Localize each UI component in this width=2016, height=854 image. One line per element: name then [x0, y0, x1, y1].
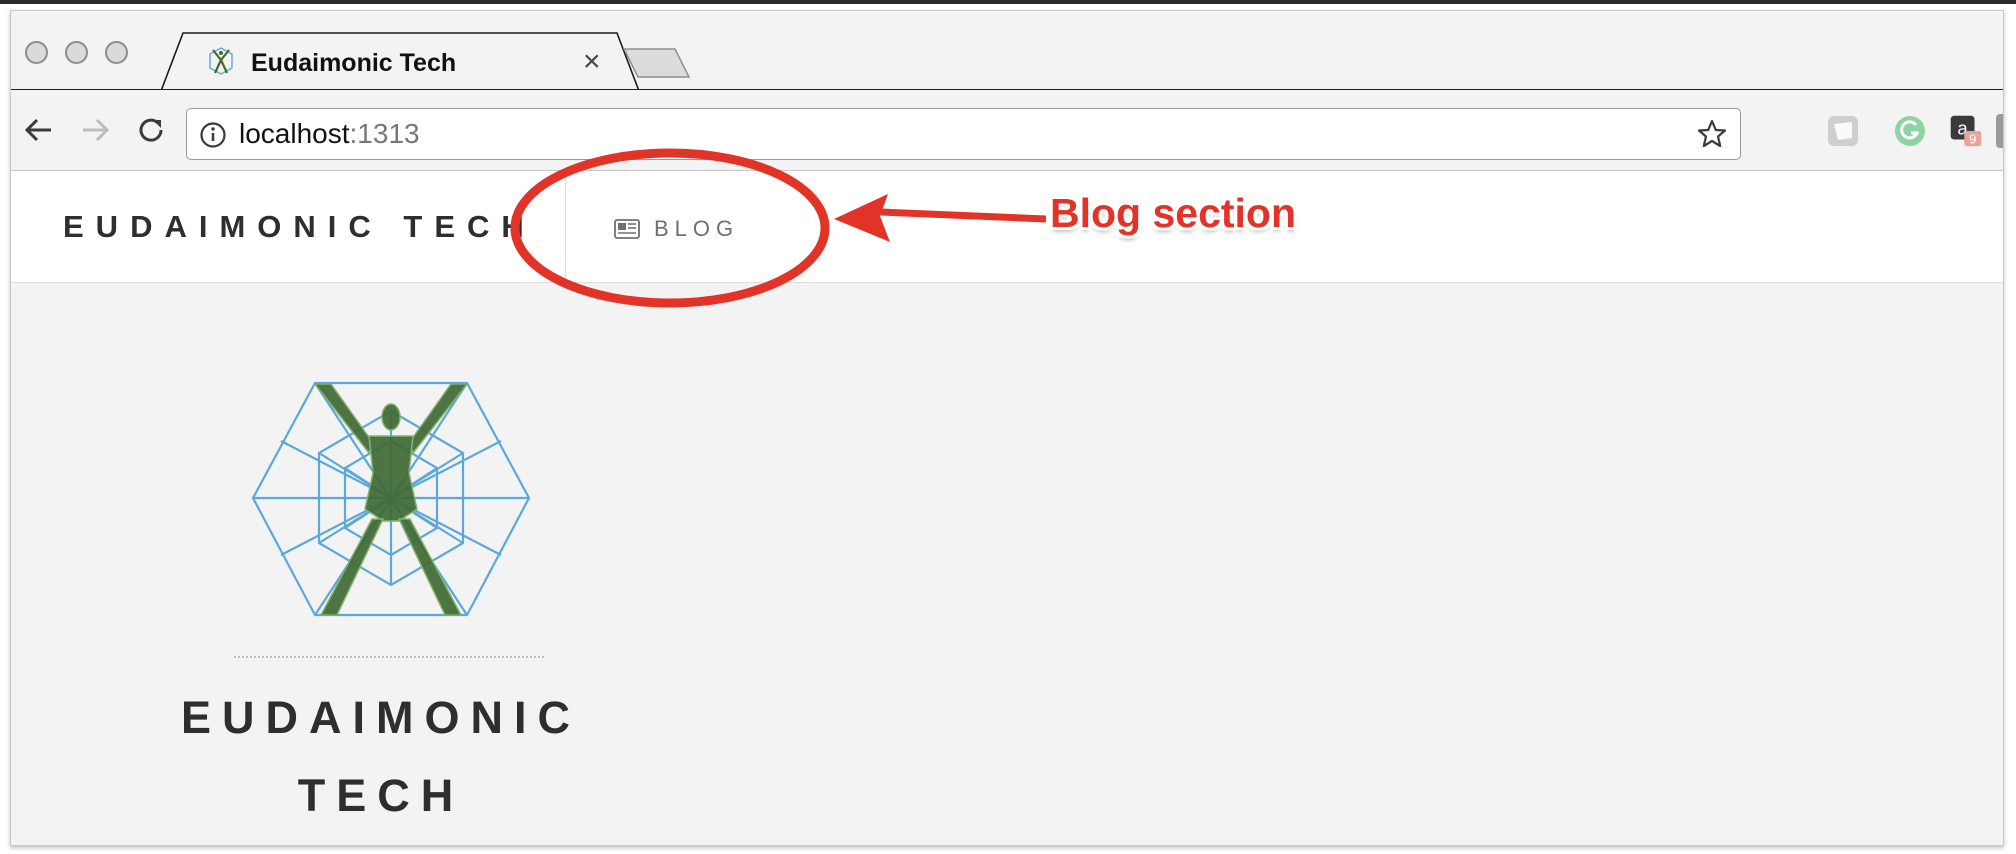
nav-blog-label: BLOG [654, 216, 740, 241]
site-header: EUDAIMONIC TECH BLOG [11, 171, 2003, 283]
extension-badge: 9 [1969, 132, 1976, 147]
maximize-window-button[interactable] [105, 41, 128, 64]
hero-title: EUDAIMONIC TECH [151, 679, 611, 835]
url-text: localhost:1313 [239, 118, 420, 150]
reload-icon[interactable] [131, 110, 171, 150]
extension-overflow-icon[interactable] [1996, 114, 2003, 148]
tab-close-icon[interactable]: × [583, 45, 601, 79]
tab-strip: Eudaimonic Tech × [11, 11, 2003, 91]
logo-divider [234, 656, 544, 658]
url-host: localhost [239, 118, 350, 149]
url-port: :1313 [349, 118, 420, 149]
annotation-label: Blog section [1050, 190, 1297, 236]
extension-amazon-icon[interactable]: a 9 [1949, 114, 1983, 148]
window-top-edge [0, 0, 2016, 10]
site-favicon-icon [209, 47, 233, 75]
newspaper-icon [614, 219, 640, 239]
extension-pocket-icon[interactable] [1826, 114, 1860, 148]
hero-title-line2: TECH [297, 770, 465, 821]
bookmark-star-icon[interactable] [1696, 118, 1728, 150]
tab-eudaimonic-tech[interactable]: Eudaimonic Tech × [161, 31, 651, 91]
tab-title: Eudaimonic Tech [251, 49, 457, 77]
extension-grammarly-icon[interactable] [1893, 114, 1927, 148]
address-bar[interactable]: localhost:1313 [186, 108, 1741, 160]
nav-blog-link[interactable]: BLOG [614, 216, 739, 242]
site-brand[interactable]: EUDAIMONIC TECH [63, 209, 536, 245]
back-arrow-icon[interactable] [19, 110, 59, 150]
forward-arrow-icon[interactable] [75, 110, 115, 150]
browser-window: Eudaimonic Tech × localhost:1313 a 9 EUD… [10, 10, 2004, 846]
info-icon[interactable] [199, 121, 227, 149]
new-tab-button[interactable] [623, 47, 693, 81]
hero-title-line1: EUDAIMONIC [181, 692, 581, 743]
minimize-window-button[interactable] [65, 41, 88, 64]
browser-toolbar: localhost:1313 a 9 [11, 89, 2003, 171]
site-logo-image [251, 381, 531, 617]
header-divider [565, 171, 566, 283]
close-window-button[interactable] [25, 41, 48, 64]
